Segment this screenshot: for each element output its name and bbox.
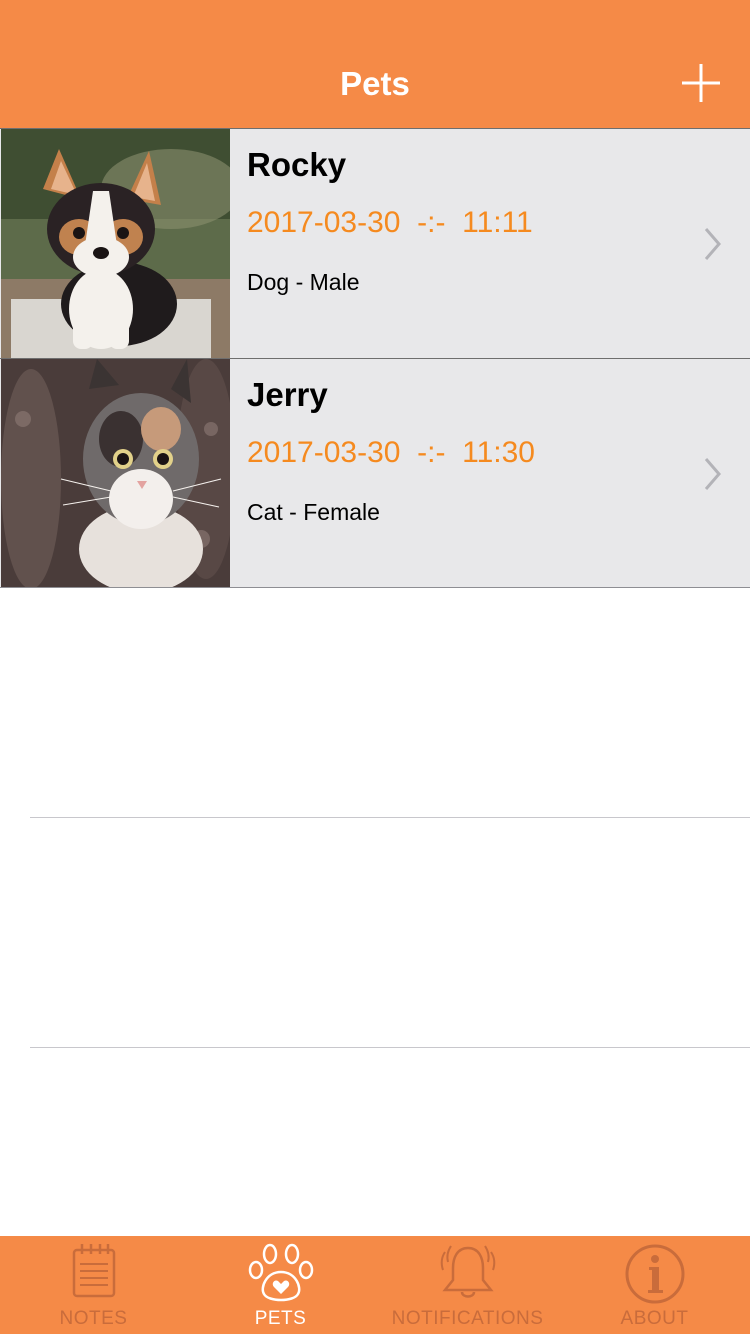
tab-about[interactable]: ABOUT <box>561 1236 748 1334</box>
pet-datetime: 2017-03-30 -:- 11:30 <box>247 436 535 469</box>
tab-notifications[interactable]: NOTIFICATIONS <box>374 1236 561 1334</box>
navigation-bar: Pets <box>0 0 750 128</box>
pet-kind: Dog - Male <box>247 269 360 295</box>
pet-photo-dog <box>1 129 230 358</box>
pet-row-jerry[interactable]: Jerry 2017-03-30 -:- 11:30 Cat - Female <box>0 358 750 588</box>
pet-photo-cat <box>1 359 230 588</box>
plus-icon <box>682 64 720 102</box>
notepad-icon <box>72 1244 115 1298</box>
add-pet-button[interactable] <box>678 60 724 106</box>
info-icon <box>625 1244 684 1304</box>
paw-icon <box>248 1243 313 1302</box>
row-separator <box>0 587 750 588</box>
pet-kind: Cat - Female <box>247 499 380 525</box>
chevron-right-icon <box>704 228 721 260</box>
pet-name: Jerry <box>247 376 328 413</box>
page-title: Pets <box>340 65 410 102</box>
pet-datetime: 2017-03-30 -:- 11:11 <box>247 206 533 239</box>
row-separator <box>30 1047 750 1048</box>
tab-label: PETS <box>254 1308 307 1329</box>
tab-label: NOTES <box>59 1308 128 1329</box>
tab-pets[interactable]: PETS <box>187 1236 374 1334</box>
chevron-right-icon <box>704 458 721 490</box>
tab-bar: NOTES PETS NOTIFICATIONS ABOUT <box>0 1236 750 1334</box>
tab-label: ABOUT <box>620 1308 689 1329</box>
pet-name: Rocky <box>247 146 347 183</box>
tab-label: NOTIFICATIONS <box>391 1308 544 1329</box>
bell-icon <box>440 1245 495 1298</box>
pet-row-rocky[interactable]: Rocky 2017-03-30 -:- 11:11 Dog - Male <box>0 128 750 358</box>
row-separator <box>30 817 750 818</box>
tab-notes[interactable]: NOTES <box>0 1236 187 1334</box>
